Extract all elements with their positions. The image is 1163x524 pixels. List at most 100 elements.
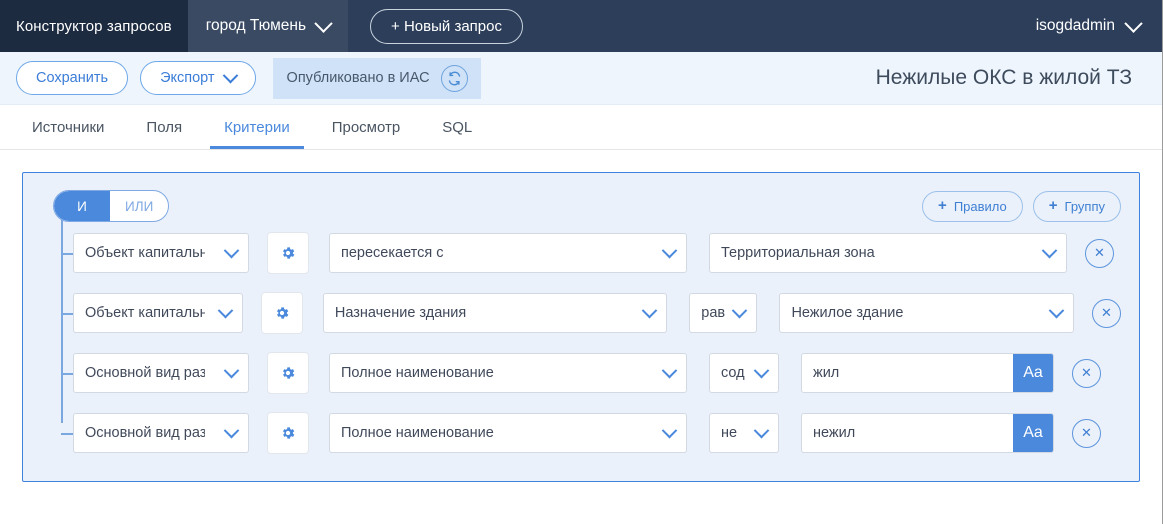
chevron-down-icon: [1124, 13, 1143, 33]
rule-settings-button[interactable]: [267, 232, 309, 274]
refresh-icon[interactable]: [440, 64, 468, 92]
plus-icon: +: [938, 196, 947, 214]
rule-field-value: Назначение здания: [334, 305, 467, 321]
chevron-down-icon: [223, 242, 240, 258]
rule-value-input-wrap: Aa: [801, 413, 1054, 453]
delete-rule-button[interactable]: ✕: [1092, 298, 1121, 328]
rule-value: Нежилое здание: [791, 305, 904, 321]
criteria-group-panel: И ИЛИ + Правило + Группу Объект капиталь…: [22, 172, 1140, 482]
gear-icon: [283, 247, 295, 259]
save-button-label: Сохранить: [36, 70, 109, 86]
rule-operator-value: не: [721, 425, 738, 441]
chevron-down-icon: [223, 422, 240, 438]
criteria-group-header: И ИЛИ + Правило + Группу: [41, 189, 1121, 223]
gear-icon: [276, 307, 289, 319]
chevron-down-icon: [1041, 242, 1058, 258]
rule-value: Территориальная зона: [721, 245, 875, 261]
chevron-down-icon: [661, 362, 678, 378]
project-selector[interactable]: город Тюмень: [187, 0, 349, 52]
rule-field-select[interactable]: Полное наименование: [329, 413, 687, 453]
delete-rule-button[interactable]: ✕: [1085, 238, 1114, 268]
rule-operator-select[interactable]: рав: [689, 293, 758, 333]
chevron-down-icon: [753, 422, 770, 438]
add-group-button[interactable]: + Группу: [1032, 190, 1121, 222]
rule-value-select[interactable]: Территориальная зона: [709, 233, 1067, 273]
rule-field-value: Полное наименование: [341, 425, 494, 441]
chevron-down-icon: [1048, 302, 1065, 318]
rule-operator-value: сод: [721, 365, 745, 381]
case-sensitivity-button[interactable]: Aa: [1013, 414, 1053, 452]
logic-and-option[interactable]: И: [54, 191, 110, 221]
rule-source-select[interactable]: Основной вид раз: [73, 413, 249, 453]
chevron-down-icon: [661, 422, 678, 438]
export-button[interactable]: Экспорт: [140, 61, 256, 95]
rule-operator-select[interactable]: сод: [709, 353, 779, 393]
app-brand: Конструктор запросов: [0, 0, 188, 52]
rule-source-select[interactable]: Объект капитально: [73, 233, 249, 273]
gear-icon: [283, 427, 295, 439]
rule-source-value: Объект капитально: [85, 305, 205, 321]
document-toolbar: Сохранить Экспорт Опубликовано в ИАС Неж…: [0, 52, 1162, 105]
rule-settings-button[interactable]: [267, 352, 309, 394]
export-button-label: Экспорт: [160, 70, 215, 86]
save-button[interactable]: Сохранить: [16, 61, 129, 95]
logic-or-option[interactable]: ИЛИ: [110, 191, 168, 221]
rule-value-input-wrap: Aa: [801, 353, 1054, 393]
case-sensitivity-button[interactable]: Aa: [1013, 354, 1053, 392]
app-brand-label: Конструктор запросов: [16, 17, 172, 35]
logic-operator-toggle[interactable]: И ИЛИ: [53, 190, 170, 222]
group-actions: + Правило + Группу: [922, 190, 1121, 222]
rule-value-select[interactable]: Нежилое здание: [779, 293, 1074, 333]
section-tabs: Источники Поля Критерии Просмотр SQL: [0, 105, 1162, 150]
chevron-down-icon: [753, 362, 770, 378]
rule-source-value: Основной вид раз: [85, 365, 205, 381]
publish-status-label: Опубликовано в ИАС: [286, 70, 430, 86]
rule-field-value: Полное наименование: [341, 365, 494, 381]
rule-value-input[interactable]: [802, 354, 1013, 392]
user-menu-label: isogdadmin: [1035, 17, 1115, 34]
rule-field-value: пересекается с: [341, 245, 444, 261]
rule-value-input[interactable]: [802, 414, 1013, 452]
chevron-down-icon: [732, 302, 748, 318]
tab-sources[interactable]: Источники: [18, 119, 118, 149]
criteria-canvas: И ИЛИ + Правило + Группу Объект капиталь…: [0, 150, 1162, 498]
rule-settings-button[interactable]: [267, 412, 309, 454]
new-query-button[interactable]: + Новый запрос: [370, 8, 523, 44]
chevron-down-icon: [642, 302, 658, 318]
table-row: Объект капитально Назначение здания рав: [61, 289, 1121, 337]
rule-field-select[interactable]: Назначение здания: [322, 293, 668, 333]
rule-field-select[interactable]: Полное наименование: [329, 353, 687, 393]
tab-criteria[interactable]: Критерии: [210, 119, 304, 149]
delete-rule-button[interactable]: ✕: [1072, 418, 1101, 448]
rule-source-select[interactable]: Основной вид раз: [73, 353, 249, 393]
table-row: Основной вид раз Полное наименование не: [61, 409, 1121, 457]
rule-operator-select[interactable]: не: [709, 413, 779, 453]
rule-settings-button[interactable]: [260, 292, 303, 334]
tab-preview[interactable]: Просмотр: [318, 119, 415, 149]
page-title: Нежилые ОКС в жилой ТЗ: [875, 66, 1132, 89]
rules-list: Объект капитально пересекается с Террито…: [41, 213, 1121, 457]
delete-rule-button[interactable]: ✕: [1072, 358, 1101, 388]
publish-status-badge: Опубликовано в ИАС: [272, 57, 481, 99]
add-rule-button[interactable]: + Правило: [922, 190, 1023, 222]
top-navigation-bar: Конструктор запросов город Тюмень + Новы…: [0, 0, 1162, 52]
chevron-down-icon: [661, 242, 678, 258]
chevron-down-icon: [217, 302, 234, 318]
table-row: Объект капитально пересекается с Террито…: [61, 229, 1121, 277]
tab-sql[interactable]: SQL: [428, 119, 486, 149]
chevron-down-icon: [314, 13, 333, 33]
project-selector-label: город Тюмень: [205, 17, 307, 34]
chevron-down-icon: [223, 362, 240, 378]
table-row: Основной вид раз Полное наименование сод: [61, 349, 1121, 397]
user-menu[interactable]: isogdadmin: [1026, 0, 1162, 52]
rule-source-value: Объект капитально: [85, 245, 205, 261]
plus-icon: +: [1048, 196, 1058, 214]
add-rule-label: Правило: [953, 198, 1007, 214]
rule-source-value: Основной вид раз: [85, 425, 205, 441]
rule-field-select[interactable]: пересекается с: [329, 233, 687, 273]
gear-icon: [283, 367, 295, 379]
rule-source-select[interactable]: Объект капитально: [73, 293, 243, 333]
add-group-label: Группу: [1064, 198, 1105, 214]
tab-fields[interactable]: Поля: [132, 119, 196, 149]
